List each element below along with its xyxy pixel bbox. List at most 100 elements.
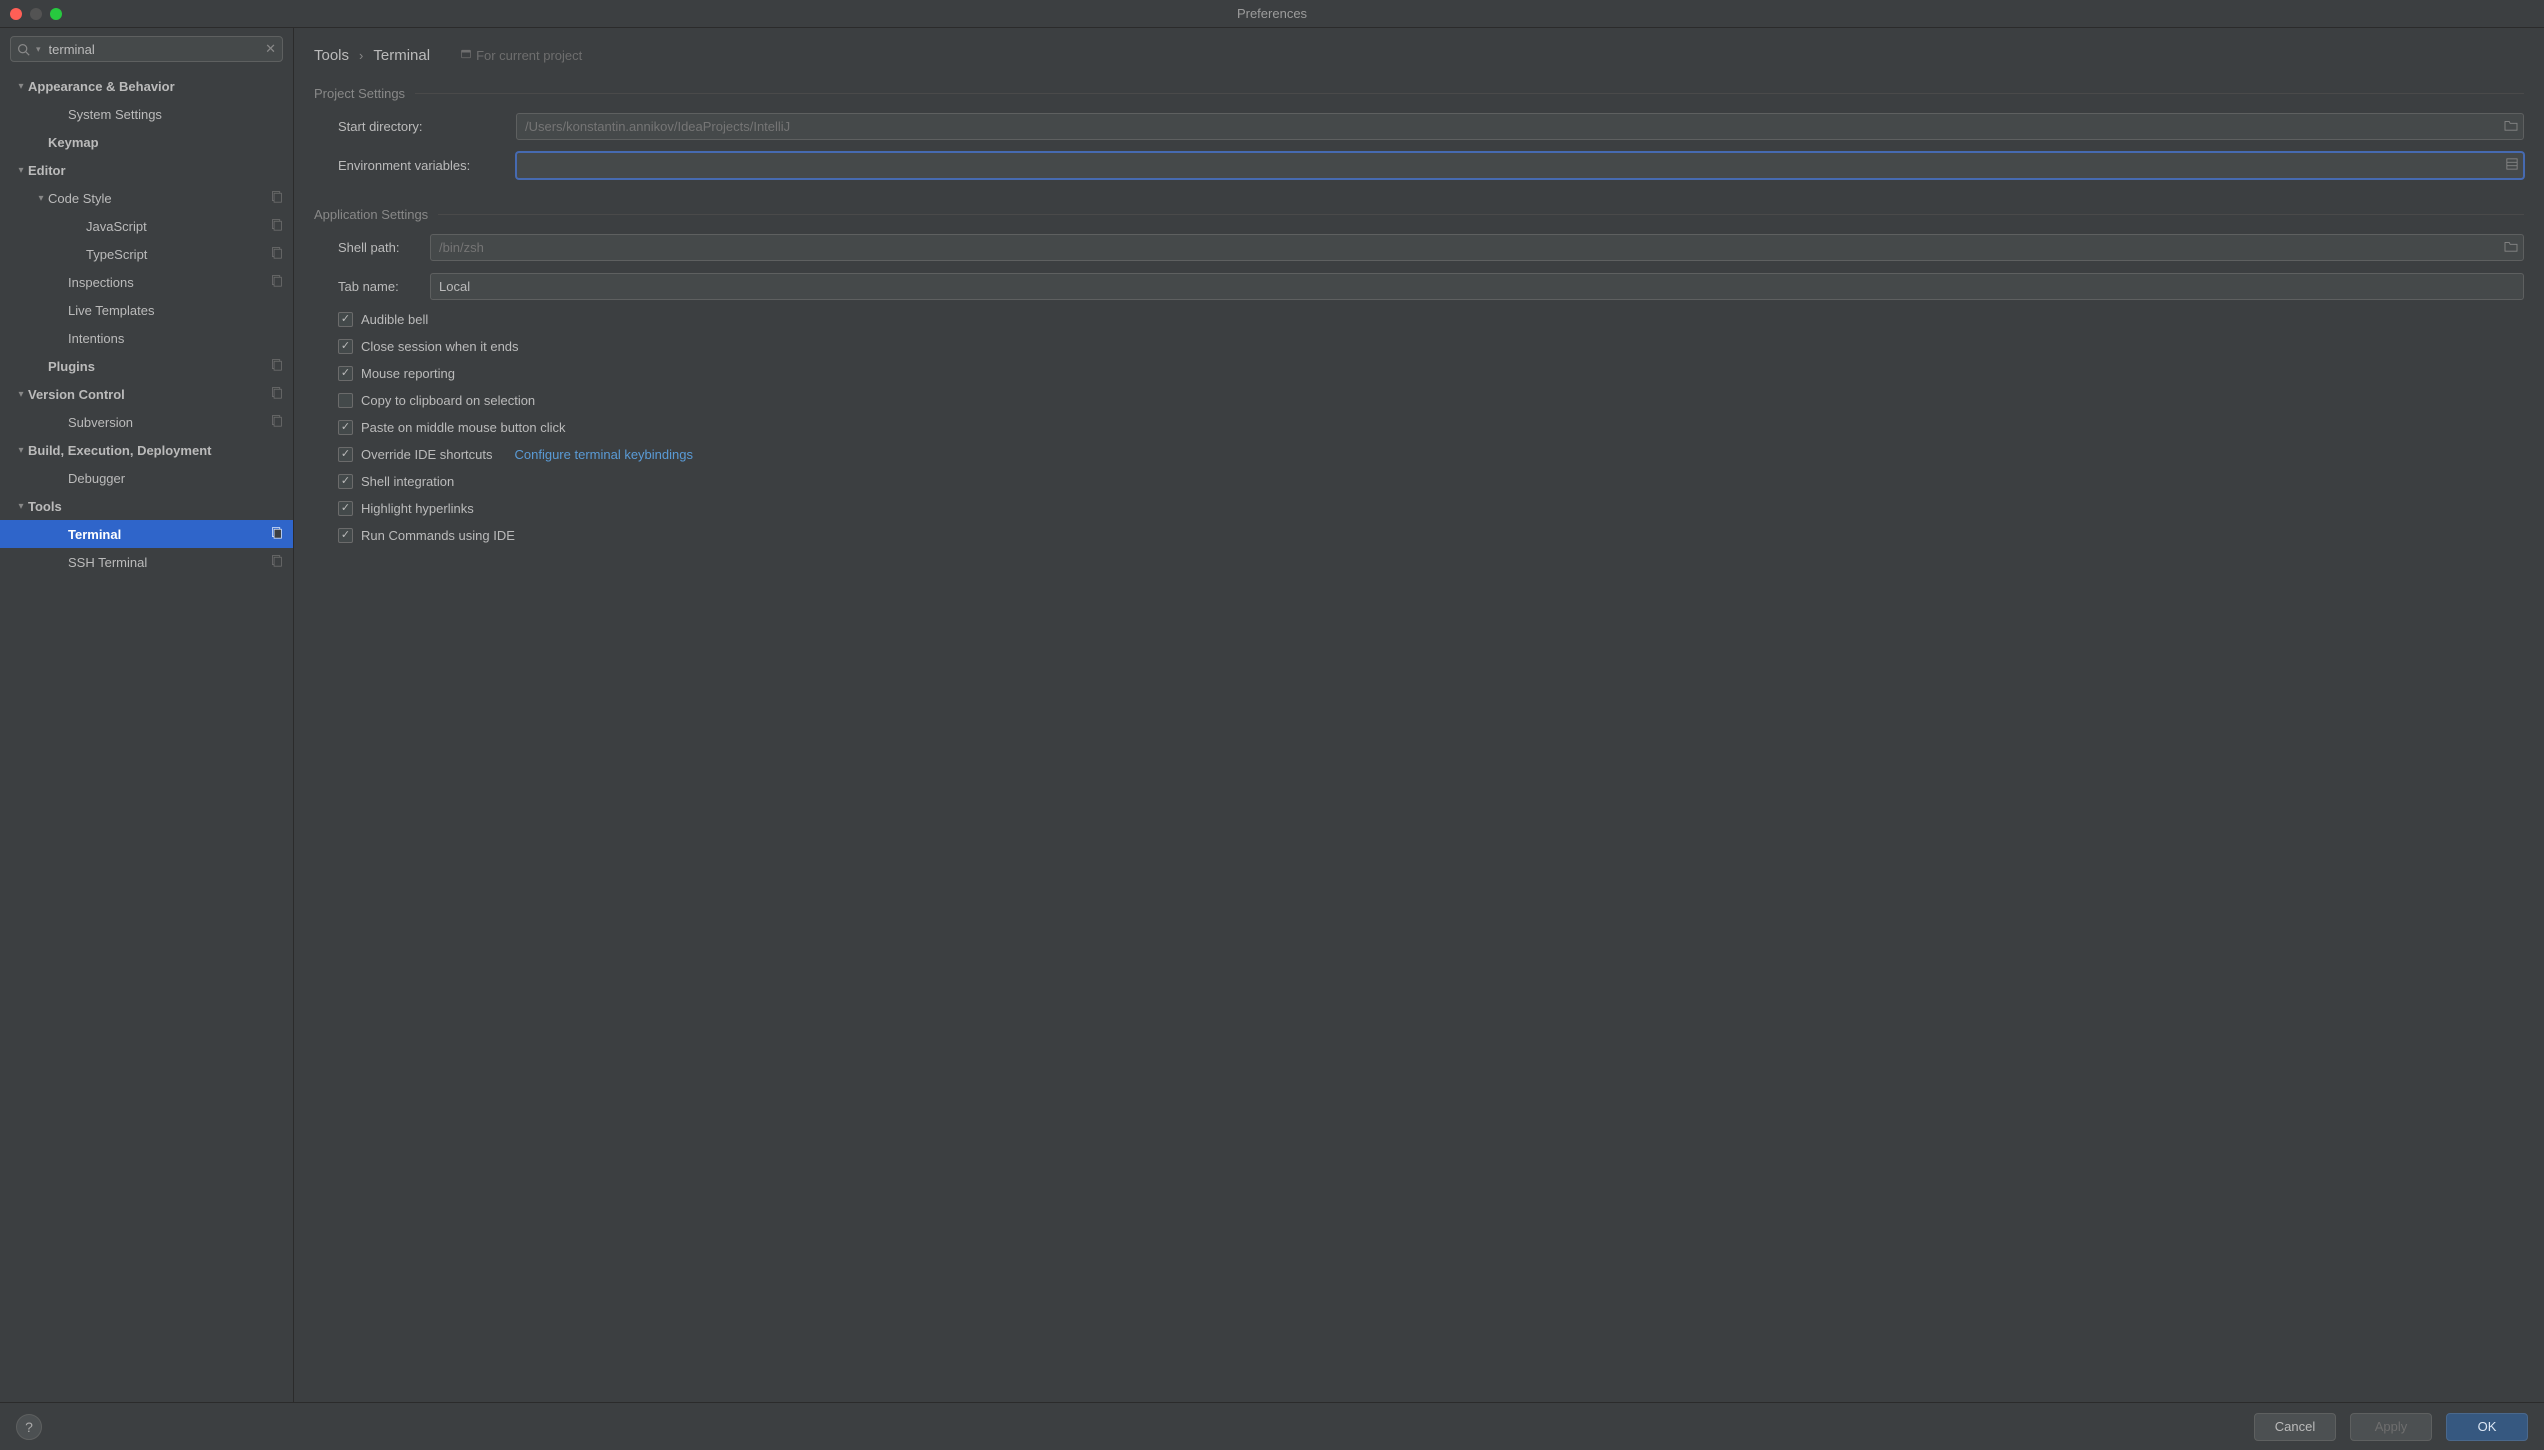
checkbox-label: Highlight hyperlinks xyxy=(361,501,474,516)
sidebar-item-keymap[interactable]: Keymap xyxy=(0,128,293,156)
chevron-down-icon: ▾ xyxy=(14,501,28,512)
project-scope-icon xyxy=(270,218,283,234)
sidebar-item-build-execution-deployment[interactable]: ▾Build, Execution, Deployment xyxy=(0,436,293,464)
sidebar-item-label: Editor xyxy=(28,163,283,178)
shell-path-label: Shell path: xyxy=(338,240,430,255)
window-title: Preferences xyxy=(0,6,2544,21)
checkbox-label: Audible bell xyxy=(361,312,428,327)
sidebar-item-typescript[interactable]: TypeScript xyxy=(0,240,293,268)
sidebar-item-label: Plugins xyxy=(48,359,270,374)
checkbox-label: Shell integration xyxy=(361,474,454,489)
breadcrumb-root[interactable]: Tools xyxy=(314,47,349,64)
sidebar-item-system-settings[interactable]: System Settings xyxy=(0,100,293,128)
checkbox-row-mouse-reporting: Mouse reporting xyxy=(314,366,2524,381)
checkbox[interactable] xyxy=(338,528,353,543)
apply-button[interactable]: Apply xyxy=(2350,1413,2432,1441)
breadcrumb-leaf: Terminal xyxy=(373,47,430,64)
project-scope-icon xyxy=(270,246,283,262)
sidebar-item-intentions[interactable]: Intentions xyxy=(0,324,293,352)
checkbox[interactable] xyxy=(338,339,353,354)
search-field[interactable]: ▾ ✕ xyxy=(10,36,283,62)
search-input[interactable] xyxy=(47,41,260,58)
checkbox-row-highlight-hyperlinks: Highlight hyperlinks xyxy=(314,501,2524,516)
project-scope-icon xyxy=(270,190,283,206)
titlebar: Preferences xyxy=(0,0,2544,28)
clear-search-icon[interactable]: ✕ xyxy=(265,41,276,57)
scope-label: For current project xyxy=(460,48,582,63)
sidebar-item-label: Tools xyxy=(28,499,283,514)
breadcrumb: Tools › Terminal For current project xyxy=(314,40,2524,70)
sidebar-item-label: Terminal xyxy=(68,527,270,542)
help-button[interactable]: ? xyxy=(16,1414,42,1440)
sidebar-item-terminal[interactable]: Terminal xyxy=(0,520,293,548)
sidebar-item-label: Debugger xyxy=(68,471,283,486)
sidebar-item-label: Subversion xyxy=(68,415,270,430)
content-pane: Tools › Terminal For current project Pro… xyxy=(294,28,2544,1402)
chevron-down-icon: ▾ xyxy=(14,165,28,176)
env-vars-label: Environment variables: xyxy=(338,158,516,173)
browse-shell-icon[interactable] xyxy=(2504,240,2518,255)
checkbox-label: Override IDE shortcuts xyxy=(361,447,493,462)
checkbox[interactable] xyxy=(338,501,353,516)
sidebar-item-live-templates[interactable]: Live Templates xyxy=(0,296,293,324)
shell-path-input[interactable] xyxy=(430,234,2524,261)
checkbox[interactable] xyxy=(338,420,353,435)
browse-folder-icon[interactable] xyxy=(2504,119,2518,134)
start-directory-input[interactable] xyxy=(516,113,2524,140)
edit-env-icon[interactable] xyxy=(2506,158,2518,173)
sidebar-item-label: Build, Execution, Deployment xyxy=(28,443,283,458)
project-scope-icon xyxy=(270,274,283,290)
sidebar: ▾ ✕ ▾Appearance & BehaviorSystem Setting… xyxy=(0,28,294,1402)
dialog-footer: ? Cancel Apply OK xyxy=(0,1402,2544,1450)
sidebar-item-tools[interactable]: ▾Tools xyxy=(0,492,293,520)
chevron-down-icon: ▾ xyxy=(34,193,48,204)
checkbox[interactable] xyxy=(338,312,353,327)
checkbox[interactable] xyxy=(338,366,353,381)
sidebar-item-label: Inspections xyxy=(68,275,270,290)
sidebar-item-ssh-terminal[interactable]: SSH Terminal xyxy=(0,548,293,576)
ok-button[interactable]: OK xyxy=(2446,1413,2528,1441)
checkbox[interactable] xyxy=(338,447,353,462)
sidebar-item-appearance-behavior[interactable]: ▾Appearance & Behavior xyxy=(0,72,293,100)
sidebar-item-plugins[interactable]: Plugins xyxy=(0,352,293,380)
sidebar-item-version-control[interactable]: ▾Version Control xyxy=(0,380,293,408)
chevron-down-icon: ▾ xyxy=(14,81,28,92)
breadcrumb-sep: › xyxy=(359,48,363,63)
sidebar-item-inspections[interactable]: Inspections xyxy=(0,268,293,296)
window-close-button[interactable] xyxy=(10,8,22,20)
env-vars-input[interactable] xyxy=(516,152,2524,179)
sidebar-item-label: Live Templates xyxy=(68,303,283,318)
tab-name-input[interactable] xyxy=(430,273,2524,300)
project-settings-section: Project Settings Start directory: Enviro… xyxy=(314,86,2524,191)
sidebar-item-label: Code Style xyxy=(48,191,270,206)
checkbox-label: Mouse reporting xyxy=(361,366,455,381)
checkbox[interactable] xyxy=(338,474,353,489)
sidebar-item-javascript[interactable]: JavaScript xyxy=(0,212,293,240)
checkbox-row-run-commands-using-ide: Run Commands using IDE xyxy=(314,528,2524,543)
window-minimize-button[interactable] xyxy=(30,8,42,20)
window-maximize-button[interactable] xyxy=(50,8,62,20)
sidebar-item-label: Version Control xyxy=(28,387,270,402)
project-settings-title: Project Settings xyxy=(314,86,405,101)
sidebar-item-label: Appearance & Behavior xyxy=(28,79,283,94)
chevron-down-icon: ▾ xyxy=(14,445,28,456)
sidebar-item-code-style[interactable]: ▾Code Style xyxy=(0,184,293,212)
sidebar-item-label: Keymap xyxy=(48,135,283,150)
checkbox[interactable] xyxy=(338,393,353,408)
start-directory-label: Start directory: xyxy=(338,119,516,134)
project-scope-icon xyxy=(460,48,472,63)
checkbox-row-copy-to-clipboard-on-selection: Copy to clipboard on selection xyxy=(314,393,2524,408)
project-scope-icon xyxy=(270,414,283,430)
application-settings-title: Application Settings xyxy=(314,207,428,222)
project-scope-icon xyxy=(270,358,283,374)
checkbox-row-close-session-when-it-ends: Close session when it ends xyxy=(314,339,2524,354)
cancel-button[interactable]: Cancel xyxy=(2254,1413,2336,1441)
sidebar-item-debugger[interactable]: Debugger xyxy=(0,464,293,492)
sidebar-item-label: System Settings xyxy=(68,107,283,122)
configure-keybindings-link[interactable]: Configure terminal keybindings xyxy=(515,447,693,462)
project-scope-icon xyxy=(270,386,283,402)
checkbox-label: Close session when it ends xyxy=(361,339,519,354)
sidebar-item-editor[interactable]: ▾Editor xyxy=(0,156,293,184)
sidebar-item-label: TypeScript xyxy=(86,247,270,262)
sidebar-item-subversion[interactable]: Subversion xyxy=(0,408,293,436)
